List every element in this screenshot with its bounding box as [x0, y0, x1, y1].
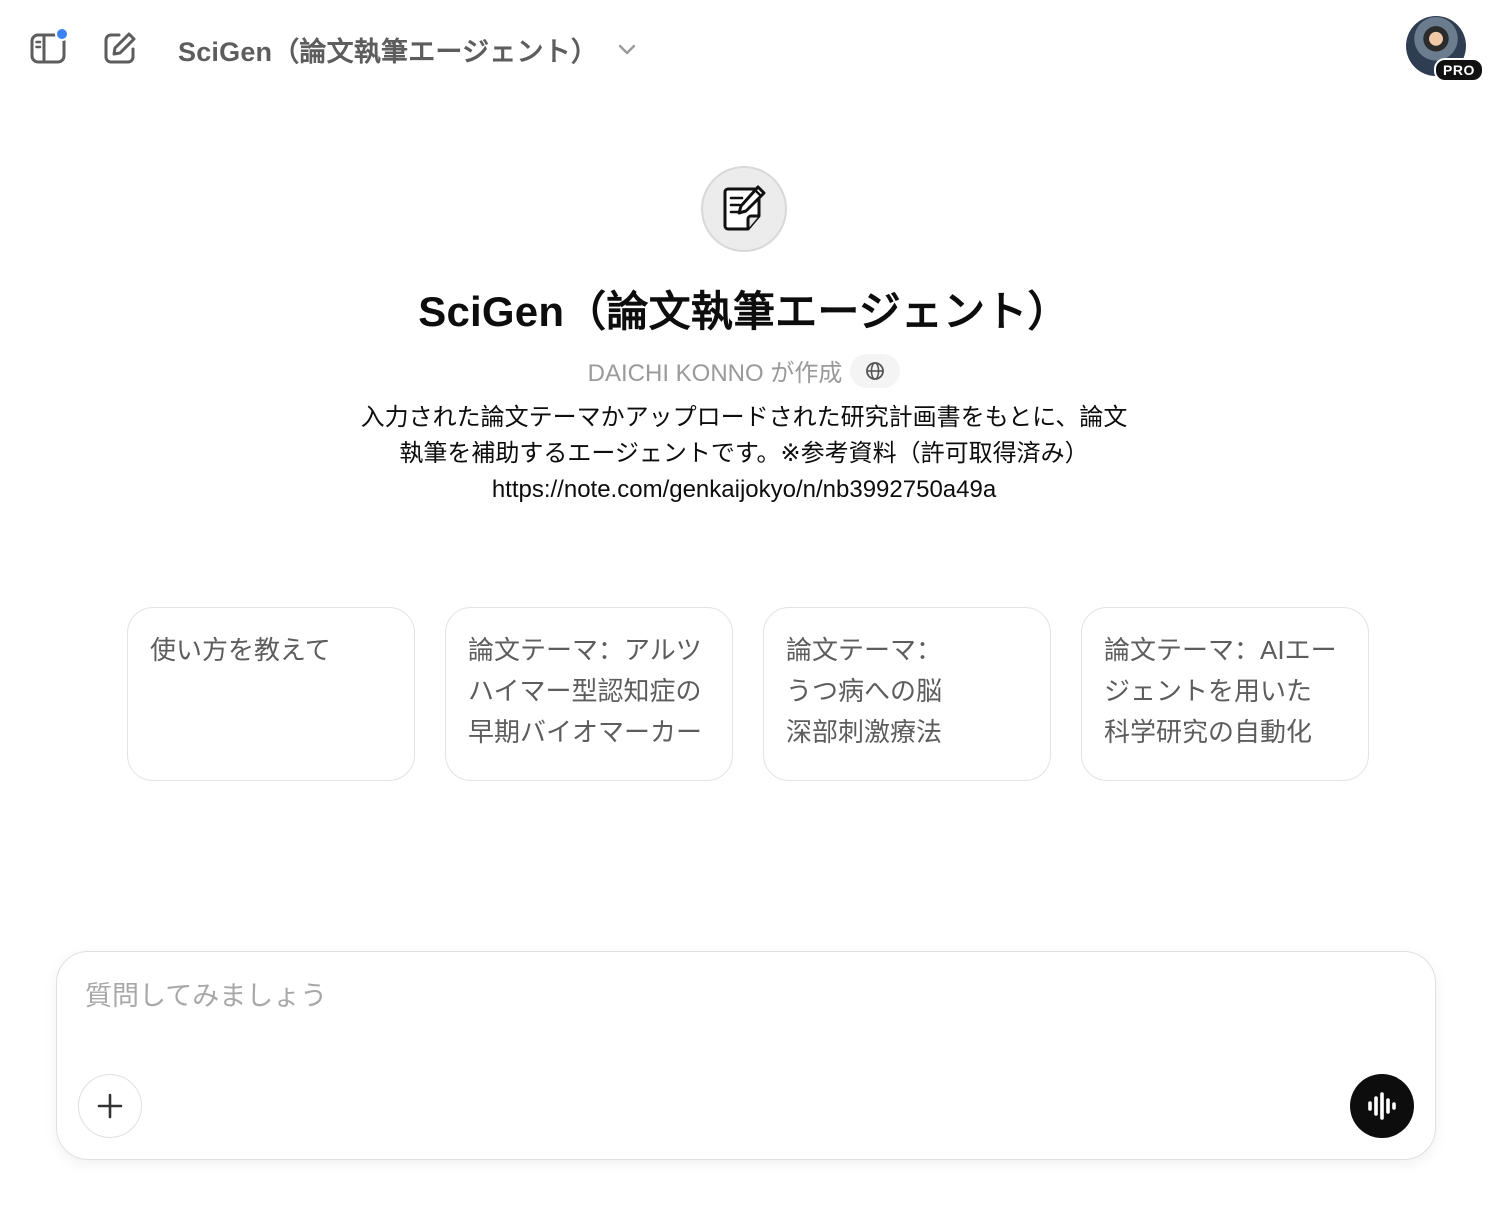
new-chat-icon — [104, 32, 136, 64]
starter-text: 論文テーマ：アルツ — [468, 635, 702, 665]
description-line: 入力された論文テーマかアップロードされた研究計画書をもとに、論文 — [360, 404, 1128, 431]
starter-text: 科学研究の自動化 — [1104, 717, 1313, 747]
account-menu[interactable]: PRO — [1406, 16, 1484, 82]
conversation-starters: 使い方を教えて 論文テーマ：アルツ ハイマー型認知症の 早期バイオマーカー 論文… — [127, 607, 1369, 781]
plus-icon — [97, 1093, 123, 1119]
new-chat-button[interactable] — [96, 24, 144, 72]
chevron-down-icon — [618, 44, 636, 55]
starter-text: 論文テーマ：AIエー — [1104, 635, 1337, 665]
starter-card[interactable]: 論文テーマ：AIエー ジェントを用いた 科学研究の自動化 — [1081, 607, 1369, 781]
starter-text: 論文テーマ： — [786, 635, 943, 665]
starter-text: 使い方を教えて — [150, 635, 331, 665]
notification-dot — [55, 27, 69, 41]
author-label: DAICHI KONNO が作成 — [587, 360, 843, 387]
starter-text: 深部刺激療法 — [786, 717, 943, 747]
starter-card[interactable]: 論文テーマ： うつ病への脳 深部刺激療法 — [763, 607, 1051, 781]
starter-text: ハイマー型認知症の — [468, 676, 702, 706]
description-link[interactable]: https://note.com/genkaijokyo/n/nb3992750… — [334, 472, 1154, 508]
top-bar: SciGen（論文執筆エージェント） PRO — [0, 0, 1488, 100]
sidebar-toggle-button[interactable] — [24, 24, 72, 72]
description-line: 執筆を補助するエージェントです。※参考資料（許可取得済み） — [399, 440, 1089, 467]
gpt-description: 入力された論文テーマかアップロードされた研究計画書をもとに、論文 執筆を補助する… — [334, 400, 1154, 508]
gpt-avatar — [701, 166, 787, 252]
prompt-input[interactable] — [85, 972, 1285, 1020]
gpt-intro: SciGen（論文執筆エージェント） DAICHI KONNO が作成 入力され… — [0, 166, 1488, 508]
starter-text: うつ病への脳 — [786, 676, 943, 706]
document-pen-icon — [723, 185, 766, 231]
attach-button[interactable] — [78, 1074, 142, 1138]
starter-text: ジェントを用いた — [1104, 676, 1313, 706]
starter-card[interactable]: 論文テーマ：アルツ ハイマー型認知症の 早期バイオマーカー — [445, 607, 733, 781]
starter-text: 早期バイオマーカー — [468, 717, 703, 747]
voice-mode-icon — [1368, 1092, 1396, 1120]
starter-card[interactable]: 使い方を教えて — [127, 607, 415, 781]
globe-icon — [866, 361, 885, 380]
pro-badge: PRO — [1434, 58, 1484, 82]
visibility-chip[interactable] — [850, 353, 901, 388]
model-title: SciGen（論文執筆エージェント） — [178, 36, 599, 67]
message-composer — [56, 951, 1436, 1160]
author-row: DAICHI KONNO が作成 — [588, 353, 901, 388]
voice-mode-button[interactable] — [1350, 1074, 1414, 1138]
model-selector[interactable]: SciGen（論文執筆エージェント） — [172, 26, 644, 72]
gpt-name: SciGen（論文執筆エージェント） — [418, 288, 1070, 335]
